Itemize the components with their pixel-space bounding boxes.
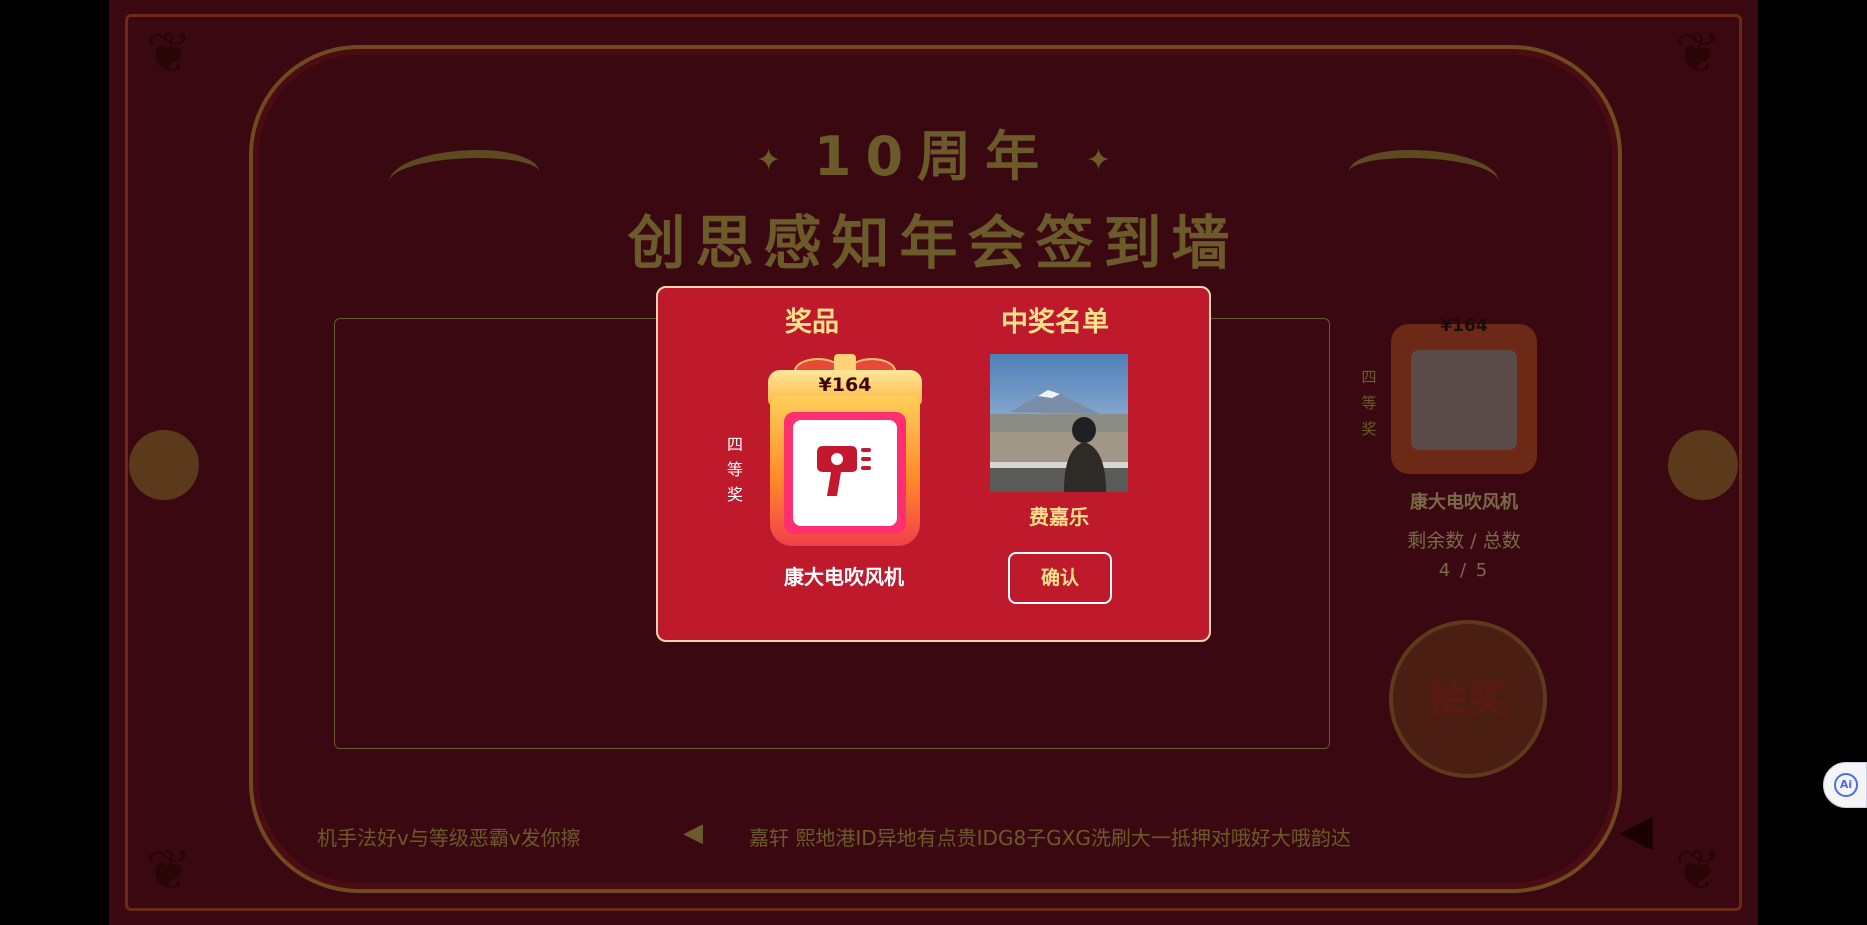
prize-header: 奖品 [785,307,839,338]
background-prize-tier: 四 等 奖 [1361,368,1377,438]
prize-price: ¥164 [818,374,872,396]
anniversary-title-text: 10周年 [813,125,1054,188]
scrolling-ticker: 机手法好v与等级恶霸v发你擦 ◀ 嘉轩 熙地港ID异地有点贵IDG8子GXG洗刷… [109,818,1758,858]
anniversary-title: ✦ 10周年 ✦ [109,112,1758,191]
prize-tier-label: 四 等 奖 [726,435,743,504]
side-knob-left [129,430,199,500]
ticker-text-right: 嘉轩 熙地港ID异地有点贵IDG8子GXG洗刷大一抵押对哦好大哦韵达 [749,826,1351,850]
ticker-text-left: 机手法好v与等级恶霸v发你擦 [317,826,581,850]
speaker-icon: ◀ [683,818,703,848]
sparkle-icon: ✦ [755,142,782,178]
winner-name: 费嘉乐 [1029,505,1089,529]
sparkle-icon: ✦ [1085,142,1112,178]
background-prize-price: ¥164 [1440,316,1488,336]
side-knob-right [1668,430,1738,500]
draw-button[interactable]: 抽奖 [1389,620,1547,778]
corner-ornament-icon: ❦ [1674,21,1722,86]
mute-icon[interactable]: ◀ [1619,805,1653,856]
confirm-button[interactable]: 确认 [1008,552,1112,604]
ai-assistant-button[interactable]: Ai [1823,762,1867,808]
background-gift-box: ¥164 [1391,294,1537,480]
background-prize-name: 康大电吹风机 [1410,492,1518,513]
signin-wall-title: 创思感知年会签到墙 [627,209,1240,277]
winner-photo [990,354,1128,492]
remaining-total-value: 4 / 5 [1438,560,1490,581]
winner-list-header: 中奖名单 [1001,307,1109,338]
gift-box: ¥164 [768,352,922,552]
ai-icon: Ai [1834,773,1858,797]
remaining-total-label: 剩余数 / 总数 [1407,530,1521,552]
prize-name: 康大电吹风机 [784,565,904,589]
winner-modal: 奖品 中奖名单 四 等 奖 ¥164 康大电吹风机 费嘉乐 确认 [656,286,1211,642]
hair-dryer-icon [813,438,877,502]
corner-ornament-icon: ❦ [145,21,193,86]
